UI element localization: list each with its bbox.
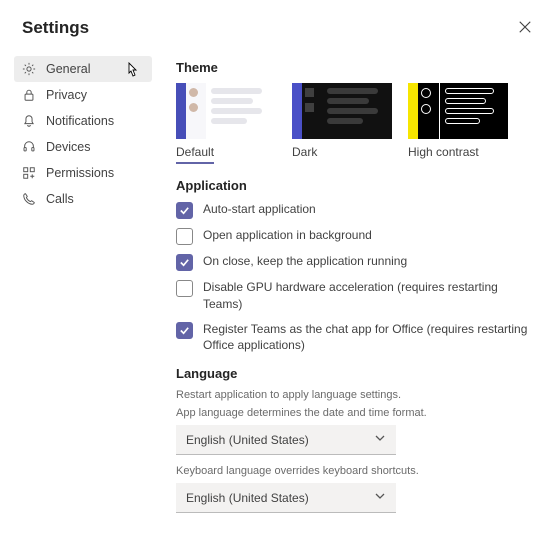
- language-restart-hint: Restart application to apply language se…: [176, 389, 532, 401]
- theme-label: Dark: [292, 139, 317, 162]
- checkbox-keep-running[interactable]: On close, keep the application running: [176, 253, 532, 271]
- sidebar-item-label: Calls: [46, 192, 74, 206]
- sidebar-item-label: Privacy: [46, 88, 87, 102]
- lock-icon: [22, 88, 36, 102]
- select-value: English (United States): [186, 491, 309, 505]
- checkbox-icon: [176, 202, 193, 219]
- app-language-hint: App language determines the date and tim…: [176, 407, 532, 419]
- theme-option-dark[interactable]: Dark: [292, 83, 392, 164]
- chevron-down-icon: [374, 432, 386, 447]
- checkbox-label: On close, keep the application running: [203, 253, 407, 270]
- theme-preview-dark: [292, 83, 392, 139]
- sidebar-item-privacy[interactable]: Privacy: [14, 82, 152, 108]
- checkbox-icon: [176, 280, 193, 297]
- gear-icon: [22, 62, 36, 76]
- theme-label: High contrast: [408, 139, 479, 162]
- theme-preview-high-contrast: [408, 83, 508, 139]
- checkbox-icon: [176, 254, 193, 271]
- checkbox-register-chat-app[interactable]: Register Teams as the chat app for Offic…: [176, 321, 532, 355]
- select-value: English (United States): [186, 433, 309, 447]
- theme-option-high-contrast[interactable]: High contrast: [408, 83, 508, 164]
- close-icon: [518, 20, 532, 34]
- checkbox-auto-start[interactable]: Auto-start application: [176, 201, 532, 219]
- close-button[interactable]: [518, 20, 534, 36]
- headset-icon: [22, 140, 36, 154]
- checkbox-label: Auto-start application: [203, 201, 316, 218]
- theme-heading: Theme: [176, 60, 532, 75]
- sidebar-item-calls[interactable]: Calls: [14, 186, 152, 212]
- sidebar-item-label: Permissions: [46, 166, 114, 180]
- checkbox-open-background[interactable]: Open application in background: [176, 227, 532, 245]
- theme-option-default[interactable]: Default: [176, 83, 276, 164]
- checkbox-label: Register Teams as the chat app for Offic…: [203, 321, 532, 355]
- app-language-select[interactable]: English (United States): [176, 425, 396, 455]
- theme-label: Default: [176, 139, 214, 164]
- page-title: Settings: [22, 18, 89, 38]
- checkbox-icon: [176, 228, 193, 245]
- pointer-cursor-icon: [124, 62, 140, 83]
- theme-preview-default: [176, 83, 276, 139]
- chevron-down-icon: [374, 490, 386, 505]
- settings-sidebar: General Privacy Notifications Devices Pe…: [0, 50, 152, 533]
- sidebar-item-label: Notifications: [46, 114, 114, 128]
- apps-icon: [22, 166, 36, 180]
- keyboard-language-select[interactable]: English (United States): [176, 483, 396, 513]
- application-heading: Application: [176, 178, 532, 193]
- bell-icon: [22, 114, 36, 128]
- sidebar-item-label: General: [46, 62, 90, 76]
- sidebar-item-devices[interactable]: Devices: [14, 134, 152, 160]
- phone-icon: [22, 192, 36, 206]
- checkbox-disable-gpu[interactable]: Disable GPU hardware acceleration (requi…: [176, 279, 532, 313]
- theme-options: Default Dark: [176, 83, 532, 164]
- sidebar-item-general[interactable]: General: [14, 56, 152, 82]
- checkbox-icon: [176, 322, 193, 339]
- language-heading: Language: [176, 366, 532, 381]
- checkbox-label: Disable GPU hardware acceleration (requi…: [203, 279, 532, 313]
- checkbox-label: Open application in background: [203, 227, 372, 244]
- sidebar-item-notifications[interactable]: Notifications: [14, 108, 152, 134]
- sidebar-item-permissions[interactable]: Permissions: [14, 160, 152, 186]
- keyboard-language-hint: Keyboard language overrides keyboard sho…: [176, 465, 532, 477]
- sidebar-item-label: Devices: [46, 140, 90, 154]
